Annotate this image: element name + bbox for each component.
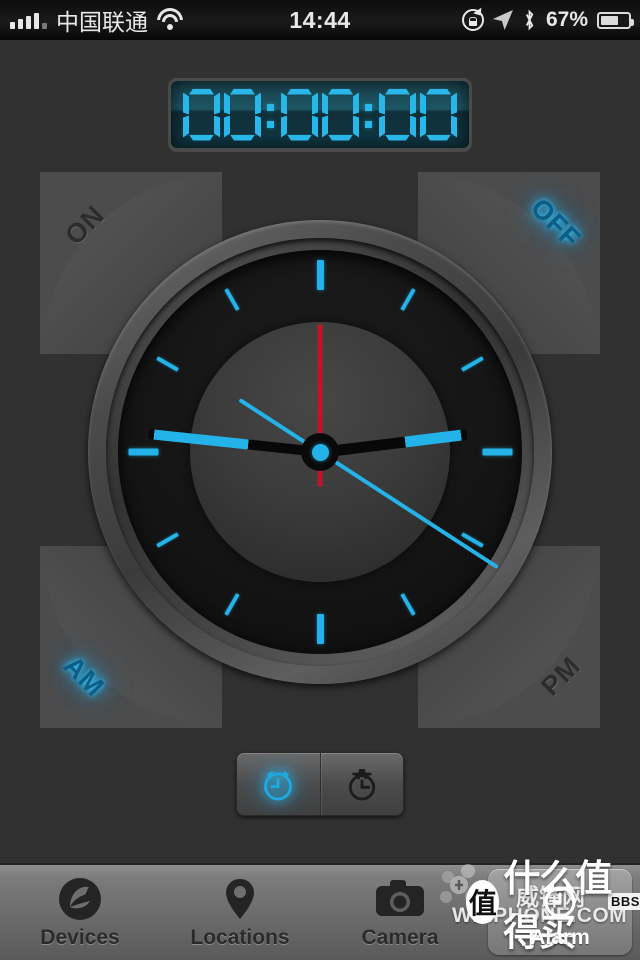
camera-icon [374,875,426,923]
clock-tick [316,614,324,644]
colon-separator [263,89,279,141]
segment-e [224,116,230,138]
segment-d [189,135,214,141]
segment-f [281,93,287,115]
digit [280,89,319,141]
segment-f [379,93,385,115]
segment-a [287,89,312,95]
segment-a [230,89,255,95]
digit [223,89,262,141]
segment-d [287,135,312,141]
segment-d [385,135,410,141]
status-bar: 中国联通 14:44 67% [0,0,640,40]
clock-tick [128,448,158,456]
segment-c [353,116,359,138]
rotation-lock-icon [461,7,485,31]
segment-c [214,116,220,138]
segment-f [420,93,426,115]
clock-tick [316,260,324,290]
segment-d [426,135,451,141]
timer-digits [181,89,459,141]
colon-separator [361,89,377,141]
segment-a [385,89,410,95]
clock-tick [482,448,512,456]
segment-f [322,93,328,115]
location-arrow-icon [493,10,513,30]
tab-camera-label: Camera [361,926,439,949]
stopwatch-icon [348,769,375,801]
segment-c [410,116,416,138]
segment-b [255,93,261,115]
app-screen: 中国联通 14:44 67% ON OFF AM PM Devices Loca… [0,0,640,960]
clock-hub-dot [311,443,329,461]
timer-display[interactable] [168,78,472,151]
segment-b [214,93,220,115]
tab-locations-label: Locations [190,926,290,949]
tab-devices-label: Devices [40,926,120,949]
segment-c [255,116,261,138]
segment-a [426,89,451,95]
mode-alarm-button[interactable] [237,753,320,815]
segment-f [183,93,189,115]
segment-a [328,89,353,95]
segment-f [224,93,230,115]
tab-devices[interactable]: Devices [0,865,160,960]
segment-a [189,89,214,95]
segment-b [353,93,359,115]
analog-clock[interactable] [88,220,552,684]
segment-e [281,116,287,138]
tab-camera[interactable]: Camera [320,865,480,960]
alarm-clock-icon [536,875,584,923]
bluetooth-icon [522,9,537,31]
digit [321,89,360,141]
map-pin-icon [219,875,261,923]
bird-circle-icon [56,875,104,923]
digit [378,89,417,141]
segment-c [451,116,457,138]
mode-segmented-control[interactable] [236,752,404,816]
segment-b [451,93,457,115]
segment-e [379,116,385,138]
status-bar-right: 67% [461,7,634,32]
alarm-clock-icon [264,771,293,801]
tab-alarm-label: Alarm [530,926,590,949]
tab-locations[interactable]: Locations [160,865,320,960]
segment-e [322,116,328,138]
segment-c [312,116,318,138]
battery-icon [597,11,634,29]
segment-b [410,93,416,115]
segment-e [183,116,189,138]
tab-bar: Devices Locations Camera Alarm [0,863,640,960]
digit [419,89,458,141]
segment-b [312,93,318,115]
mode-stopwatch-button[interactable] [319,753,404,815]
digit [182,89,221,141]
tab-alarm[interactable]: Alarm [480,865,640,960]
segment-d [230,135,255,141]
segment-e [420,116,426,138]
battery-percent-label: 67% [545,8,588,31]
segment-d [328,135,353,141]
